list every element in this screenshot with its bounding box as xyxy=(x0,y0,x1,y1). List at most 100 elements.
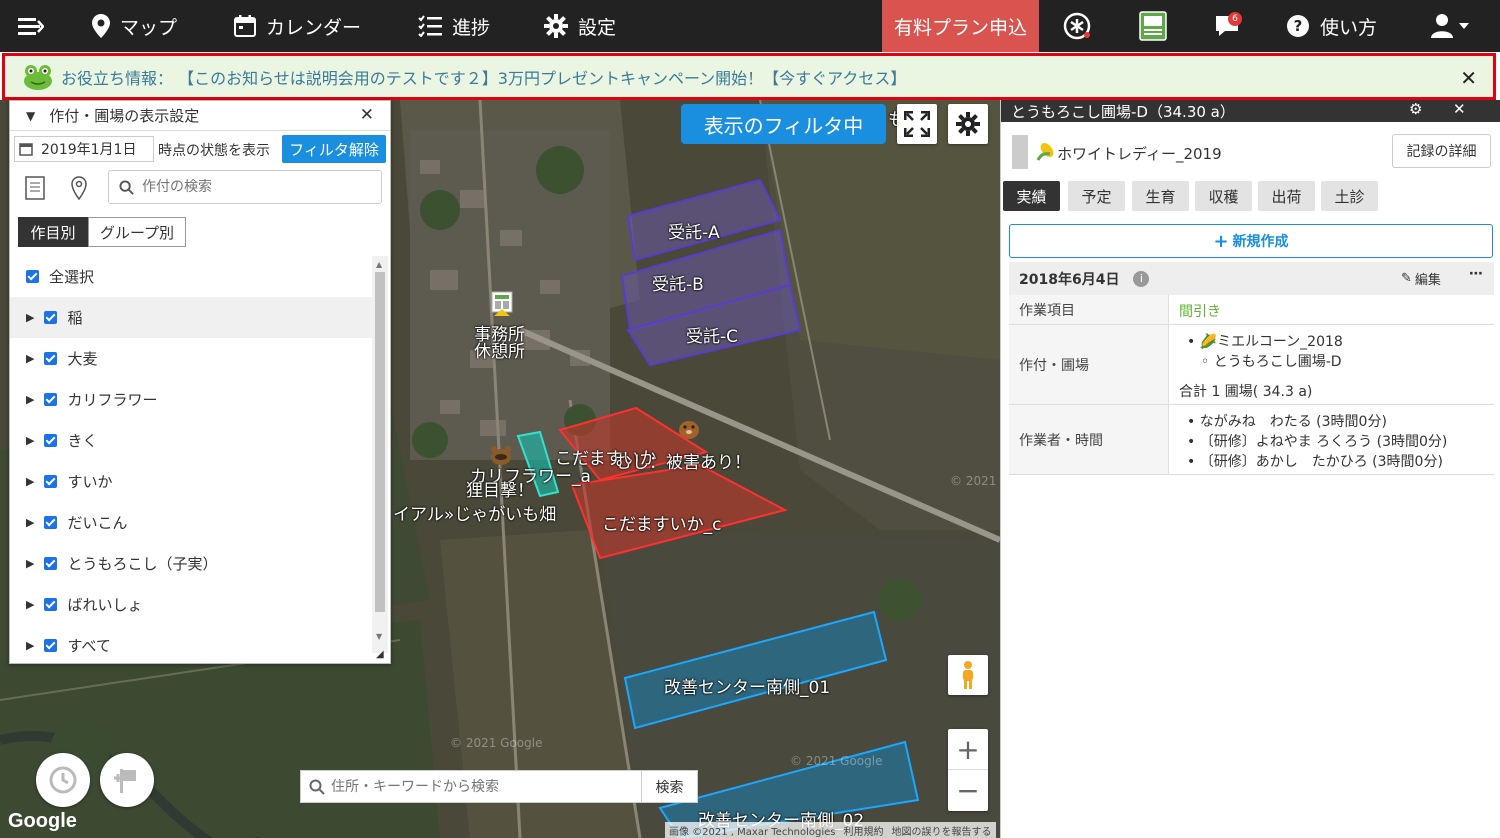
field-label-kodama-c[interactable]: こだますいか_c xyxy=(602,510,722,535)
edit-button[interactable]: ✎ 編集 xyxy=(1401,269,1441,288)
expand-triangle-icon[interactable]: ▶ xyxy=(26,311,34,324)
corn-icon xyxy=(1036,143,1054,161)
address-search-input[interactable] xyxy=(331,778,631,795)
list-item[interactable]: ▶ すべて xyxy=(10,625,372,653)
nav-map[interactable]: マップ xyxy=(92,0,177,52)
expand-triangle-icon[interactable]: ▶ xyxy=(26,598,34,611)
list-view-button[interactable] xyxy=(20,173,50,203)
crop-checkbox[interactable] xyxy=(44,639,58,652)
user-menu-button[interactable] xyxy=(1428,0,1472,52)
tanuki-sighting-label[interactable]: 狸目撃！ xyxy=(466,476,534,501)
add-marker-button[interactable] xyxy=(100,753,154,807)
expand-triangle-icon[interactable]: ▶ xyxy=(26,639,34,652)
field-label-contract-a[interactable]: 受託-A xyxy=(668,218,720,243)
map-settings-button[interactable] xyxy=(948,104,988,144)
tab-results[interactable]: 実績 xyxy=(1003,181,1060,211)
scroll-down-icon[interactable]: ▼ xyxy=(376,632,382,641)
crop-checkbox[interactable] xyxy=(44,557,58,570)
work-item-value[interactable]: 間引き xyxy=(1179,301,1221,321)
crop-checkbox[interactable] xyxy=(44,516,58,529)
tab-shipping[interactable]: 出荷 xyxy=(1258,181,1315,211)
more-options-icon[interactable]: ⋯ xyxy=(1469,266,1483,282)
tab-by-group[interactable]: グループ別 xyxy=(88,217,186,247)
expand-triangle-icon[interactable]: ▶ xyxy=(26,352,34,365)
list-item[interactable]: ▶ すいか xyxy=(10,461,372,502)
date-picker[interactable]: 2019年1月1日 xyxy=(14,136,154,162)
crop-checkbox[interactable] xyxy=(44,598,58,611)
field-label-contract-c[interactable]: 受託-C xyxy=(686,322,738,347)
tab-growth[interactable]: 生育 xyxy=(1132,181,1189,211)
nav-progress[interactable]: 進捗 xyxy=(418,0,490,52)
terms-link[interactable]: 利用規約 xyxy=(844,823,884,838)
select-all-checkbox[interactable] xyxy=(26,270,39,283)
crop-checkbox[interactable] xyxy=(44,434,58,447)
record-detail-button[interactable]: 記録の詳細 xyxy=(1392,134,1491,168)
list-item[interactable]: ▶ ばれいしょ xyxy=(10,584,372,625)
list-item[interactable]: ▶ だいこん xyxy=(10,502,372,543)
crop-checkbox[interactable] xyxy=(44,311,58,324)
scrollbar-thumb[interactable] xyxy=(375,272,385,612)
notice-text[interactable]: お役立ち情報： 【このお知らせは説明会用のテストです２】3万円プレゼントキャンペ… xyxy=(61,65,906,89)
tab-by-crop[interactable]: 作目別 xyxy=(18,217,88,247)
field-label-south-01[interactable]: 改善センター南側_01 xyxy=(664,673,830,698)
detail-close-button[interactable]: ✕ xyxy=(1453,100,1466,118)
crop-list-scrollbar[interactable]: ▲ ▼ xyxy=(372,256,388,653)
field-crop-item[interactable]: • 🌽ミエルコーン_2018 xyxy=(1187,331,1343,351)
expand-triangle-icon[interactable]: ▶ xyxy=(26,393,34,406)
field-label-potato[interactable]: イアル»じゃがいも畑 xyxy=(393,500,556,525)
top-navigation-bar: マップ カレンダー 進捗 設定 有料プラン申込 6 ? 使い方 xyxy=(0,0,1500,52)
tab-soil[interactable]: 土診 xyxy=(1321,181,1378,211)
filter-clear-button[interactable]: フィルタ解除 xyxy=(282,135,386,163)
notice-close-button[interactable]: ✕ xyxy=(1460,66,1477,90)
zoom-out-button[interactable]: − xyxy=(948,770,988,811)
location-view-button[interactable] xyxy=(64,173,94,203)
fullscreen-button[interactable] xyxy=(897,104,937,144)
tab-label: 生育 xyxy=(1145,187,1176,206)
crop-search-input[interactable] xyxy=(142,179,362,195)
nav-settings[interactable]: 設定 xyxy=(544,0,616,52)
list-item[interactable]: ▶ 大麦 xyxy=(10,338,372,379)
resize-handle-icon[interactable]: ◢ xyxy=(376,649,384,660)
expand-triangle-icon[interactable]: ▶ xyxy=(26,475,34,488)
expand-triangle-icon[interactable]: ▶ xyxy=(26,434,34,447)
filter-active-badge[interactable]: 表示のフィルタ中 xyxy=(681,104,886,144)
list-item[interactable]: ▶ きく xyxy=(10,420,372,461)
scroll-up-icon[interactable]: ▲ xyxy=(376,260,382,269)
street-view-button[interactable] xyxy=(948,655,988,695)
list-item[interactable]: ▶ とうもろこし（子実） xyxy=(10,543,372,584)
field-name-item[interactable]: ◦ とうもろこし圃場-D xyxy=(1201,351,1342,371)
paid-plan-button[interactable]: 有料プラン申込 xyxy=(882,0,1039,52)
office-marker-icon[interactable] xyxy=(490,290,514,320)
list-item[interactable]: ▶ 稲 xyxy=(10,297,372,338)
detail-settings-button[interactable]: ⚙ xyxy=(1409,100,1422,118)
nav-help[interactable]: ? 使い方 xyxy=(1286,0,1377,52)
address-search-button[interactable]: 検索 xyxy=(641,771,697,802)
field-label-contract-b[interactable]: 受託-B xyxy=(652,270,704,295)
history-button[interactable] xyxy=(36,753,90,807)
tab-harvest[interactable]: 収穫 xyxy=(1195,181,1252,211)
asterisk-button[interactable] xyxy=(1060,0,1094,52)
tab-plan[interactable]: 予定 xyxy=(1068,181,1125,211)
menu-toggle-button[interactable] xyxy=(18,0,54,52)
nav-calendar[interactable]: カレンダー xyxy=(234,0,361,52)
info-icon[interactable]: i xyxy=(1133,270,1150,287)
panel-close-button[interactable]: ✕ xyxy=(360,105,374,125)
notice-bar[interactable]: お役立ち情報： 【このお知らせは説明会用のテストです２】3万円プレゼントキャンペ… xyxy=(2,53,1496,100)
expand-triangle-icon[interactable]: ▶ xyxy=(26,516,34,529)
worker-entry: 〔研修〕あかし たかひろ (3時間0分) xyxy=(1199,454,1443,470)
crop-checkbox[interactable] xyxy=(44,475,58,488)
collapse-triangle-icon[interactable]: ▼ xyxy=(26,109,35,123)
pest-damage-label[interactable]: むし：被害あり！ xyxy=(615,448,751,473)
zoom-in-button[interactable]: + xyxy=(948,729,988,770)
new-record-button[interactable]: + 新規作成 xyxy=(1009,224,1493,258)
notifications-button[interactable]: 6 xyxy=(1210,0,1244,52)
expand-triangle-icon[interactable]: ▶ xyxy=(26,557,34,570)
panel-header[interactable]: ▼ 作付・圃場の表示設定 ✕ xyxy=(10,101,390,131)
select-all-row[interactable]: 全選択 xyxy=(10,256,372,297)
list-item[interactable]: ▶ カリフラワー xyxy=(10,379,372,420)
crop-checkbox[interactable] xyxy=(44,393,58,406)
guide-book-button[interactable] xyxy=(1136,0,1170,52)
report-error-link[interactable]: 地図の誤りを報告する xyxy=(892,823,992,838)
mole-marker-icon[interactable] xyxy=(678,416,700,440)
crop-checkbox[interactable] xyxy=(44,352,58,365)
